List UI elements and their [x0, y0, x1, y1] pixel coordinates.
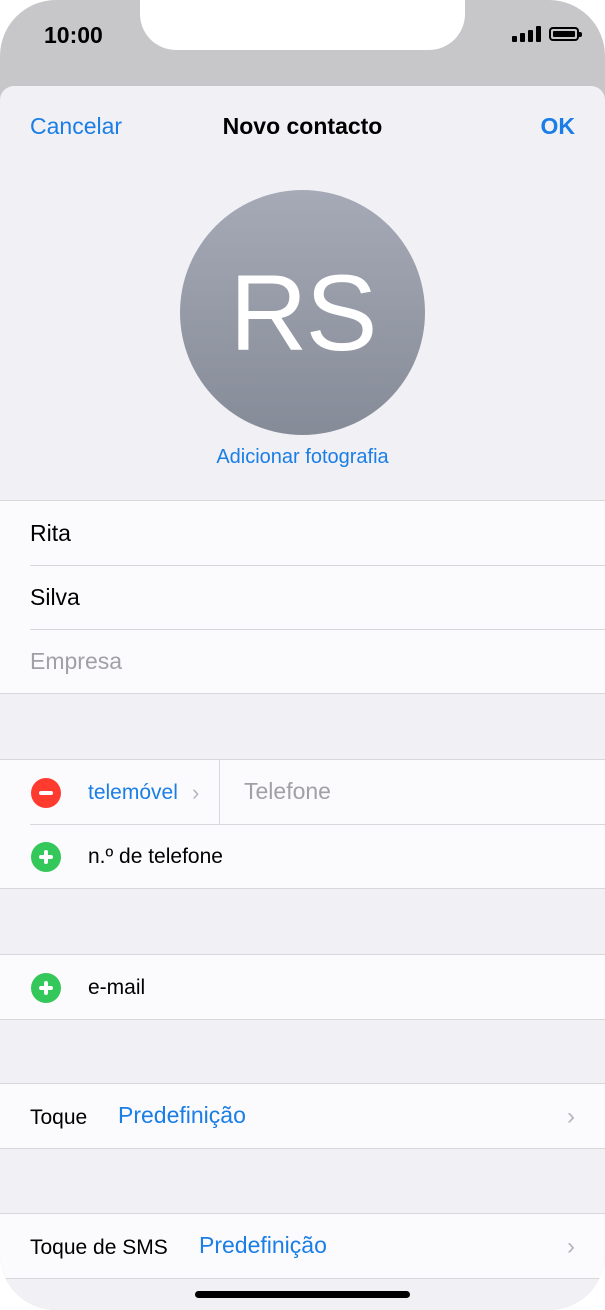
phone-frame: 10:00 Cancelar Novo contacto OK RS Adici…	[0, 0, 605, 1310]
add-phone-icon[interactable]	[31, 842, 61, 872]
add-email-label[interactable]: e-mail	[88, 976, 145, 1000]
phone-group: telemóvel › Telefone n.º de telefone	[0, 759, 605, 889]
email-group: e-mail	[0, 954, 605, 1020]
first-name-field[interactable]: Rita	[30, 520, 71, 547]
ok-button[interactable]: OK	[541, 113, 576, 140]
name-fields-group: Rita Silva Empresa	[0, 500, 605, 694]
company-field[interactable]: Empresa	[30, 648, 122, 675]
ringtone-label: Toque	[30, 1106, 88, 1129]
battery-icon	[549, 27, 582, 41]
phone-row: telemóvel › Telefone	[0, 760, 605, 824]
phone-label-selector[interactable]: telemóvel	[88, 781, 178, 805]
avatar-initials: RS	[229, 252, 377, 373]
page-title: Novo contacto	[222, 113, 383, 139]
phone-number-field[interactable]: Telefone	[244, 778, 331, 805]
text-tone-group: Toque de SMS Predefinição ›	[0, 1213, 605, 1279]
ringtone-row[interactable]: Toque Predefinição ›	[0, 1084, 605, 1148]
ringtone-value[interactable]: Predefinição	[118, 1102, 246, 1129]
text-tone-value[interactable]: Predefinição	[199, 1232, 327, 1259]
avatar[interactable]: RS	[180, 190, 425, 435]
chevron-right-icon[interactable]: ›	[192, 780, 199, 806]
add-photo-button[interactable]: Adicionar fotografia	[0, 446, 605, 469]
delete-phone-icon[interactable]	[31, 778, 61, 808]
divider	[219, 760, 220, 824]
text-tone-row[interactable]: Toque de SMS Predefinição ›	[0, 1214, 605, 1278]
company-row[interactable]: Empresa	[0, 629, 605, 693]
navigation-bar: Cancelar Novo contacto OK	[0, 86, 605, 166]
add-phone-label[interactable]: n.º de telefone	[88, 845, 223, 869]
home-indicator[interactable]	[195, 1291, 410, 1298]
last-name-row[interactable]: Silva	[0, 565, 605, 629]
notch	[140, 0, 465, 50]
add-email-icon[interactable]	[31, 973, 61, 1003]
status-icons	[512, 26, 582, 42]
add-phone-row[interactable]: n.º de telefone	[0, 824, 605, 888]
status-time: 10:00	[44, 22, 103, 48]
signal-icon	[512, 26, 541, 42]
first-name-row[interactable]: Rita	[0, 501, 605, 565]
add-email-row[interactable]: e-mail	[0, 955, 605, 1019]
last-name-field[interactable]: Silva	[30, 584, 80, 611]
chevron-right-icon[interactable]: ›	[567, 1233, 575, 1261]
ringtone-group: Toque Predefinição ›	[0, 1083, 605, 1149]
text-tone-label: Toque de SMS	[30, 1236, 168, 1259]
new-contact-sheet: Cancelar Novo contacto OK RS Adicionar f…	[0, 86, 605, 1310]
chevron-right-icon[interactable]: ›	[567, 1103, 575, 1131]
